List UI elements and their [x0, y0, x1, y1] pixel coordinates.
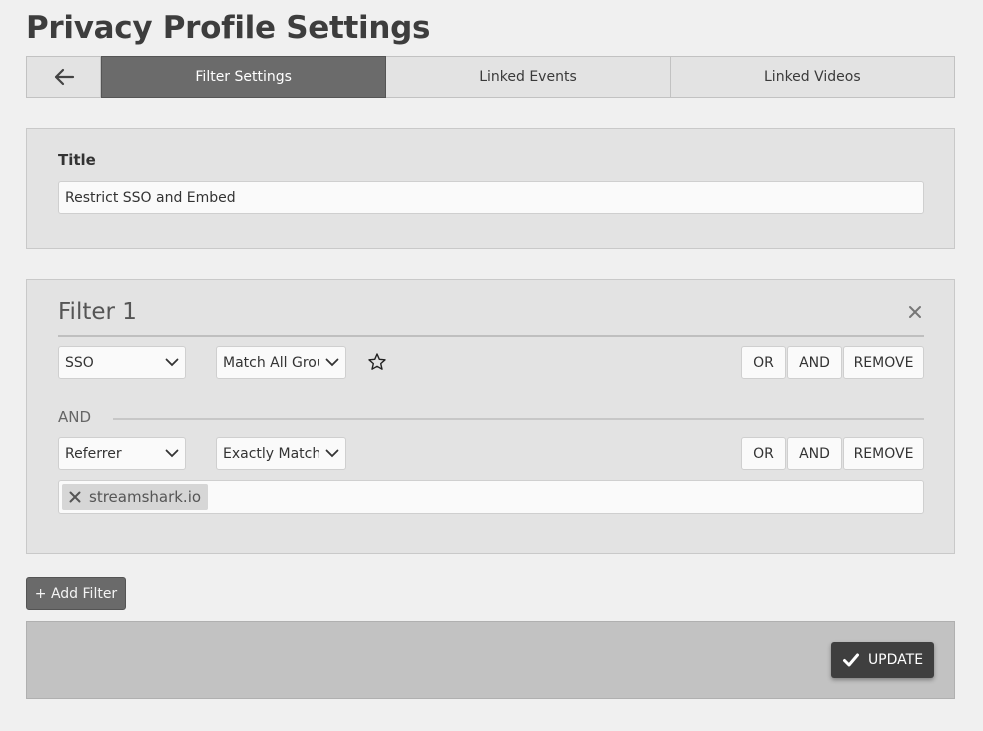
tag-chip: streamshark.io: [62, 484, 209, 510]
tag-label: streamshark.io: [89, 488, 202, 506]
filter-panel: Filter 1 SSO Match All Grou OR AND REMOV…: [26, 279, 955, 554]
star-outline-icon[interactable]: [367, 352, 387, 372]
title-input[interactable]: [58, 181, 924, 214]
chevron-down-icon: [319, 438, 345, 469]
title-label: Title: [58, 151, 96, 169]
tab-bar: Filter Settings Linked Events Linked Vid…: [26, 56, 955, 98]
add-filter-button[interactable]: + Add Filter: [26, 577, 126, 610]
update-label: UPDATE: [867, 652, 924, 668]
match-mode-select[interactable]: Match All Grou: [216, 346, 346, 379]
divider: [113, 418, 924, 420]
remove-button[interactable]: REMOVE: [843, 437, 924, 470]
title-panel: Title: [26, 128, 955, 249]
page-title: Privacy Profile Settings: [26, 10, 431, 46]
close-icon[interactable]: [907, 304, 923, 320]
chevron-down-icon: [159, 347, 185, 378]
chevron-down-icon: [319, 347, 345, 378]
referrer-tags-input[interactable]: streamshark.io: [58, 480, 924, 514]
filter-type-value: Referrer: [65, 445, 122, 462]
tab-linked-events[interactable]: Linked Events: [386, 57, 671, 97]
filter-type-select[interactable]: SSO: [58, 346, 186, 379]
arrow-left-icon: [54, 68, 74, 86]
match-mode-value: Match All Grou: [223, 354, 319, 371]
connector-label: AND: [58, 408, 92, 426]
match-mode-value: Exactly Match: [223, 445, 319, 462]
tab-linked-videos[interactable]: Linked Videos: [671, 57, 954, 97]
and-button[interactable]: AND: [787, 346, 842, 379]
tab-filter-settings[interactable]: Filter Settings: [101, 56, 387, 98]
back-button[interactable]: [27, 57, 101, 97]
check-icon: [842, 653, 859, 667]
filter-type-select[interactable]: Referrer: [58, 437, 186, 470]
footer-bar: UPDATE: [26, 621, 955, 699]
or-button[interactable]: OR: [741, 437, 786, 470]
filter-heading: Filter 1: [58, 299, 137, 325]
chevron-down-icon: [159, 438, 185, 469]
filter-type-value: SSO: [65, 354, 94, 371]
close-icon[interactable]: [68, 490, 82, 504]
divider: [58, 335, 924, 337]
update-button[interactable]: UPDATE: [831, 642, 934, 678]
match-mode-select[interactable]: Exactly Match: [216, 437, 346, 470]
remove-button[interactable]: REMOVE: [843, 346, 924, 379]
or-button[interactable]: OR: [741, 346, 786, 379]
and-button[interactable]: AND: [787, 437, 842, 470]
